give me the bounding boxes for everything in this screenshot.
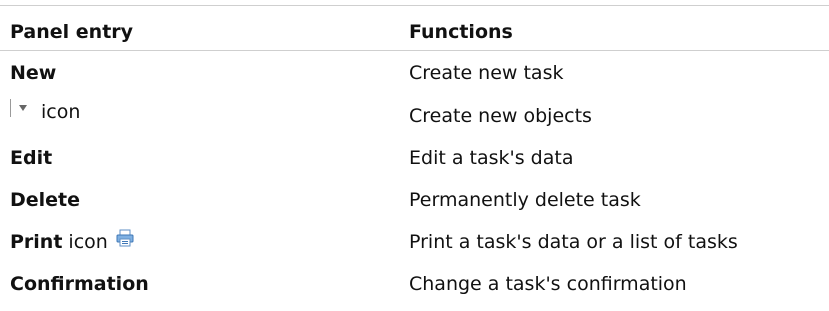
panel-functions-table: Panel entry Functions New Create new tas… — [0, 0, 829, 311]
entry-confirmation: Confirmation — [10, 273, 149, 295]
table-row: icon Create new objects — [0, 98, 829, 134]
header-functions: Functions — [409, 21, 513, 43]
entry-dropdown-icon: icon — [10, 99, 81, 123]
entry-print-label: Print — [10, 231, 63, 253]
printer-icon — [116, 229, 134, 252]
function-text: Permanently delete task — [409, 189, 641, 211]
table-row: New Create new task — [0, 55, 829, 91]
function-text: Create new objects — [409, 105, 592, 127]
table-row: Edit Edit a task's data — [0, 140, 829, 176]
table-top-rule — [0, 5, 829, 6]
function-text: Print a task's data or a list of tasks — [409, 231, 738, 253]
table-row: Delete Permanently delete task — [0, 182, 829, 218]
function-text: Create new task — [409, 62, 564, 84]
entry-new: New — [10, 62, 57, 84]
entry-print: Print icon — [10, 229, 134, 254]
table-header-row: Panel entry Functions — [0, 14, 829, 50]
entry-edit: Edit — [10, 147, 53, 169]
table-row: Print icon Print a task's data or a list… — [0, 224, 829, 260]
dropdown-arrow-icon — [10, 99, 27, 117]
entry-delete: Delete — [10, 189, 81, 211]
table-row: Confirmation Change a task's confirmatio… — [0, 266, 829, 302]
function-text: Change a task's confirmation — [409, 273, 687, 295]
header-panel-entry: Panel entry — [10, 21, 134, 43]
entry-suffix: icon — [41, 101, 81, 123]
header-rule — [0, 50, 829, 51]
function-text: Edit a task's data — [409, 147, 574, 169]
entry-suffix: icon — [68, 231, 108, 253]
